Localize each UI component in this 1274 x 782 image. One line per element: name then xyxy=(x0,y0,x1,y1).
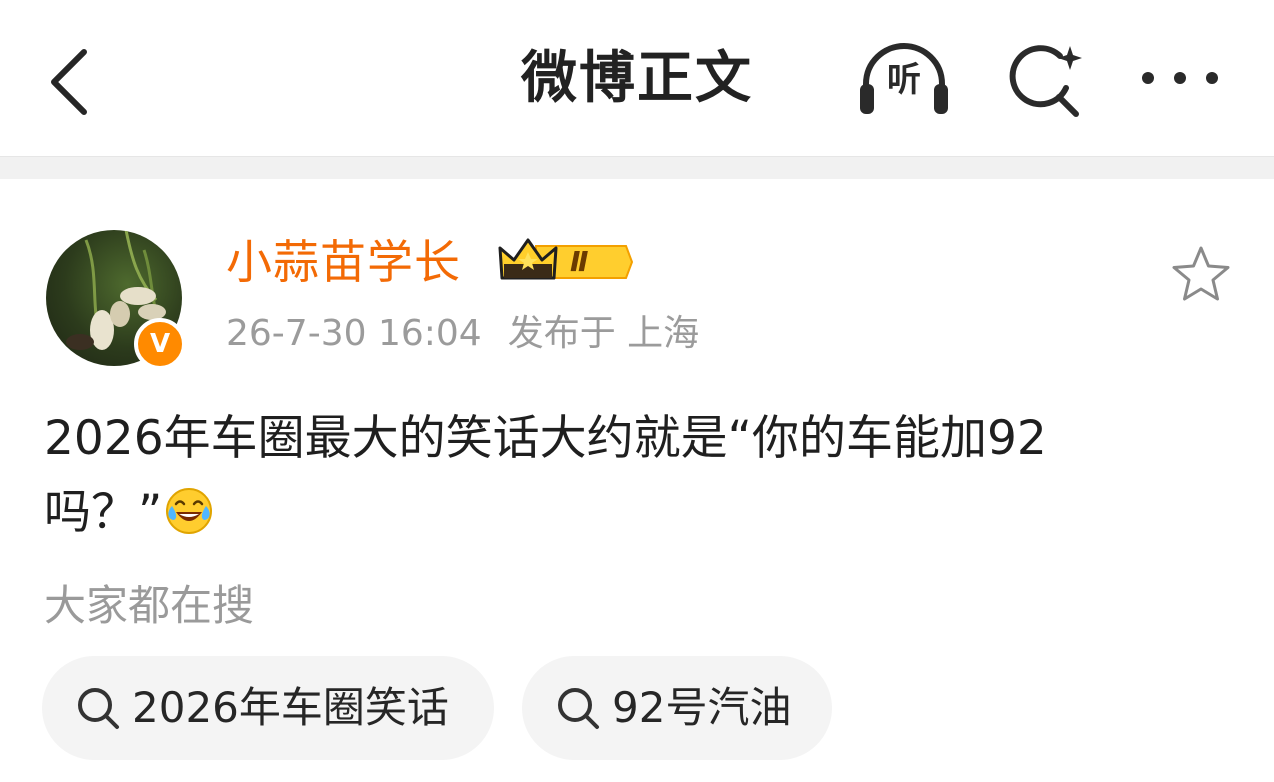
search-chip-label: 92号汽油 xyxy=(612,683,792,732)
post-location: 发布于 上海 xyxy=(507,313,700,354)
search-button[interactable] xyxy=(1002,40,1086,124)
laugh-cry-emoji-icon xyxy=(166,488,213,534)
trending-search-title: 大家都在搜 xyxy=(44,581,255,630)
search-icon xyxy=(558,688,599,729)
listen-button[interactable]: 听 xyxy=(856,40,952,120)
post-text-line-2: 吗？” xyxy=(44,485,163,540)
star-icon xyxy=(1172,246,1230,301)
more-dots-icon xyxy=(1142,72,1218,84)
post-content: 2026年车圈最大的笑话大约就是“你的车能加92 吗？” xyxy=(44,402,1204,550)
search-chip-label: 2026年车圈笑话 xyxy=(132,683,449,732)
member-level-badge[interactable]: Ⅱ xyxy=(496,234,636,290)
search-chip[interactable]: 92号汽油 xyxy=(522,656,832,760)
search-sparkle-icon xyxy=(1009,45,1082,117)
post-text-line-1: 2026年车圈最大的笑话大约就是“你的车能加92 xyxy=(44,411,1047,466)
crown-icon xyxy=(498,238,634,280)
post-meta: 26-7-30 16:04 发布于 上海 xyxy=(226,306,699,362)
author-name[interactable]: 小蒜苗学长 xyxy=(226,230,461,294)
section-divider xyxy=(0,156,1274,179)
top-bar: 微博正文 听 xyxy=(0,0,1274,156)
listen-label: 听 xyxy=(887,60,921,100)
more-button[interactable] xyxy=(1136,50,1224,106)
search-icon xyxy=(78,688,119,729)
search-chip[interactable]: 2026年车圈笑话 xyxy=(42,656,494,760)
post-text-line-2-wrap: 吗？” xyxy=(44,476,1204,550)
verified-badge: V xyxy=(134,318,186,370)
favorite-button[interactable] xyxy=(1168,242,1234,308)
post-timestamp: 26-7-30 16:04 xyxy=(226,313,482,354)
member-level-label: Ⅱ xyxy=(570,245,589,278)
